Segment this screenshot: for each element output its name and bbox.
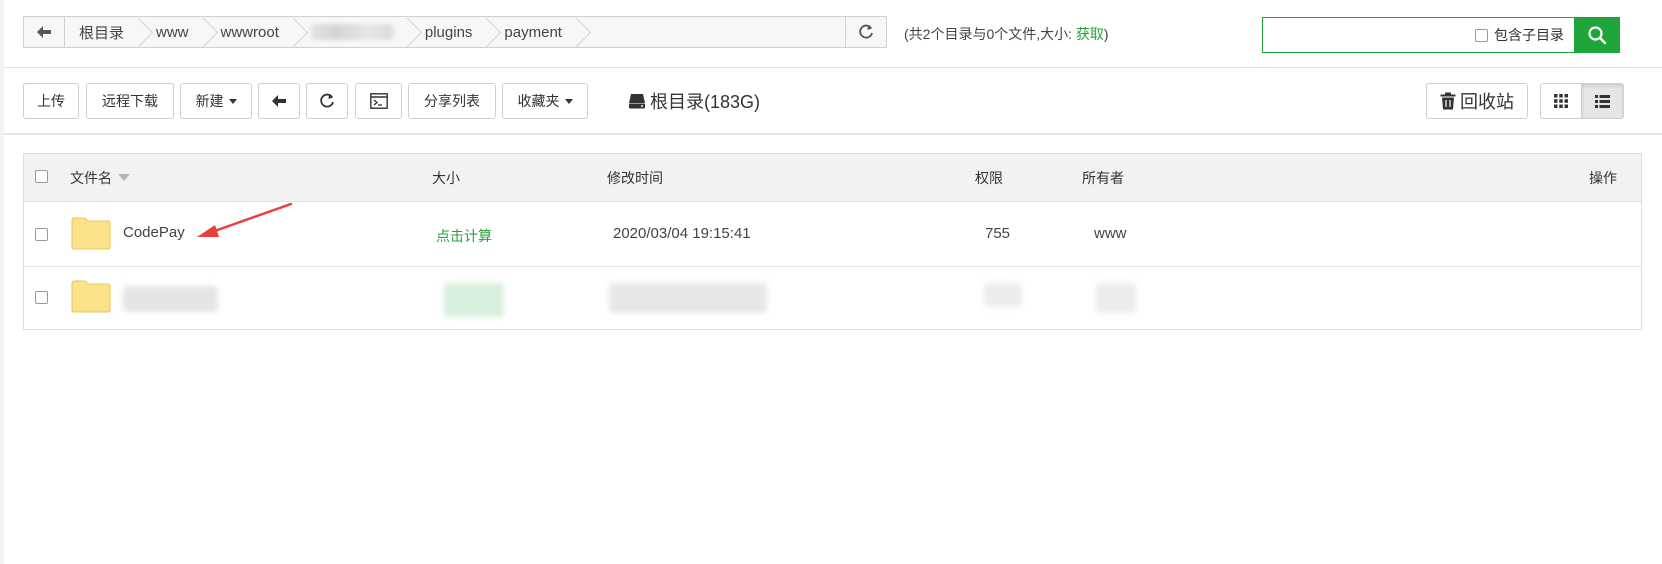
divider	[4, 67, 1662, 68]
file-table: 文件名 大小 修改时间 权限 所有者 操作 CodePay 点击计算 2020/…	[23, 153, 1642, 330]
header-owner[interactable]: 所有者	[1082, 168, 1124, 188]
list-view-button[interactable]	[1582, 83, 1624, 119]
new-dropdown-button[interactable]: 新建	[180, 83, 252, 119]
recycle-bin-button[interactable]: 回收站	[1426, 83, 1528, 119]
arrow-left-icon	[272, 95, 286, 107]
refresh-button[interactable]	[306, 83, 348, 119]
refresh-path-button[interactable]	[845, 17, 886, 47]
share-list-button[interactable]: 分享列表	[408, 83, 496, 119]
remote-download-button[interactable]: 远程下载	[86, 83, 174, 119]
breadcrumb-item-redacted[interactable]	[297, 17, 411, 47]
refresh-icon	[859, 24, 873, 39]
table-row[interactable]	[24, 267, 1641, 329]
redacted-owner	[1096, 283, 1136, 313]
table-row[interactable]: CodePay 点击计算 2020/03/04 19:15:41 755 www	[24, 204, 1641, 267]
view-toggle	[1540, 83, 1624, 119]
header-filename[interactable]: 文件名	[70, 168, 130, 188]
favorites-dropdown-button[interactable]: 收藏夹	[502, 83, 588, 119]
search-input[interactable]	[1263, 20, 1475, 50]
left-border	[0, 0, 4, 564]
select-all-checkbox[interactable]	[35, 170, 48, 183]
go-back-button[interactable]	[258, 83, 300, 119]
breadcrumb: 根目录 www wwwroot plugins payment	[23, 16, 887, 48]
grid-icon	[1554, 94, 1568, 108]
back-button[interactable]	[24, 17, 65, 47]
breadcrumb-item-wwwroot[interactable]: wwwroot	[207, 17, 297, 47]
modified-time: 2020/03/04 19:15:41	[613, 225, 751, 242]
redacted-name	[123, 286, 218, 312]
search-box: 包含子目录	[1262, 17, 1620, 53]
sort-icon	[118, 174, 130, 181]
hard-disk-icon	[629, 94, 645, 109]
redacted-blur	[310, 24, 393, 40]
breadcrumb-item-payment[interactable]: payment	[490, 17, 580, 47]
redacted-mtime	[609, 283, 767, 313]
refresh-icon	[320, 93, 334, 108]
arrow-left-icon	[37, 26, 51, 38]
dir-summary: (共2个目录与0个文件,大小: 获取)	[904, 26, 1109, 42]
include-subdir-checkbox[interactable]	[1475, 28, 1488, 42]
terminal-icon	[369, 93, 388, 109]
redacted-size	[444, 283, 504, 317]
trash-icon	[1440, 92, 1456, 110]
divider	[4, 133, 1662, 135]
file-name[interactable]: CodePay	[123, 224, 185, 241]
redacted-permission	[984, 283, 1022, 307]
folder-icon	[71, 217, 111, 250]
terminal-button[interactable]	[355, 83, 402, 119]
upload-button[interactable]: 上传	[23, 83, 79, 119]
breadcrumb-item-root[interactable]: 根目录	[65, 17, 142, 47]
disk-info[interactable]: 根目录(183G)	[628, 88, 760, 114]
owner[interactable]: www	[1094, 225, 1127, 242]
folder-icon	[71, 280, 111, 313]
caret-down-icon	[228, 98, 237, 104]
header-size[interactable]: 大小	[432, 168, 460, 188]
breadcrumb-item-plugins[interactable]: plugins	[411, 17, 491, 47]
search-button[interactable]	[1574, 17, 1620, 53]
header-mtime[interactable]: 修改时间	[607, 168, 663, 188]
permission[interactable]: 755	[985, 225, 1010, 242]
grid-view-button[interactable]	[1540, 83, 1582, 119]
row-checkbox[interactable]	[35, 291, 48, 304]
include-subdir-option[interactable]: 包含子目录	[1475, 25, 1564, 45]
get-size-link[interactable]: 获取	[1076, 26, 1104, 42]
table-header: 文件名 大小 修改时间 权限 所有者 操作	[24, 154, 1641, 202]
header-actions: 操作	[1589, 170, 1617, 186]
list-icon	[1595, 94, 1610, 108]
caret-down-icon	[564, 98, 573, 104]
header-permission[interactable]: 权限	[975, 168, 1003, 188]
search-icon	[1588, 26, 1607, 45]
row-checkbox[interactable]	[35, 228, 48, 241]
calculate-size-link[interactable]: 点击计算	[436, 226, 492, 246]
